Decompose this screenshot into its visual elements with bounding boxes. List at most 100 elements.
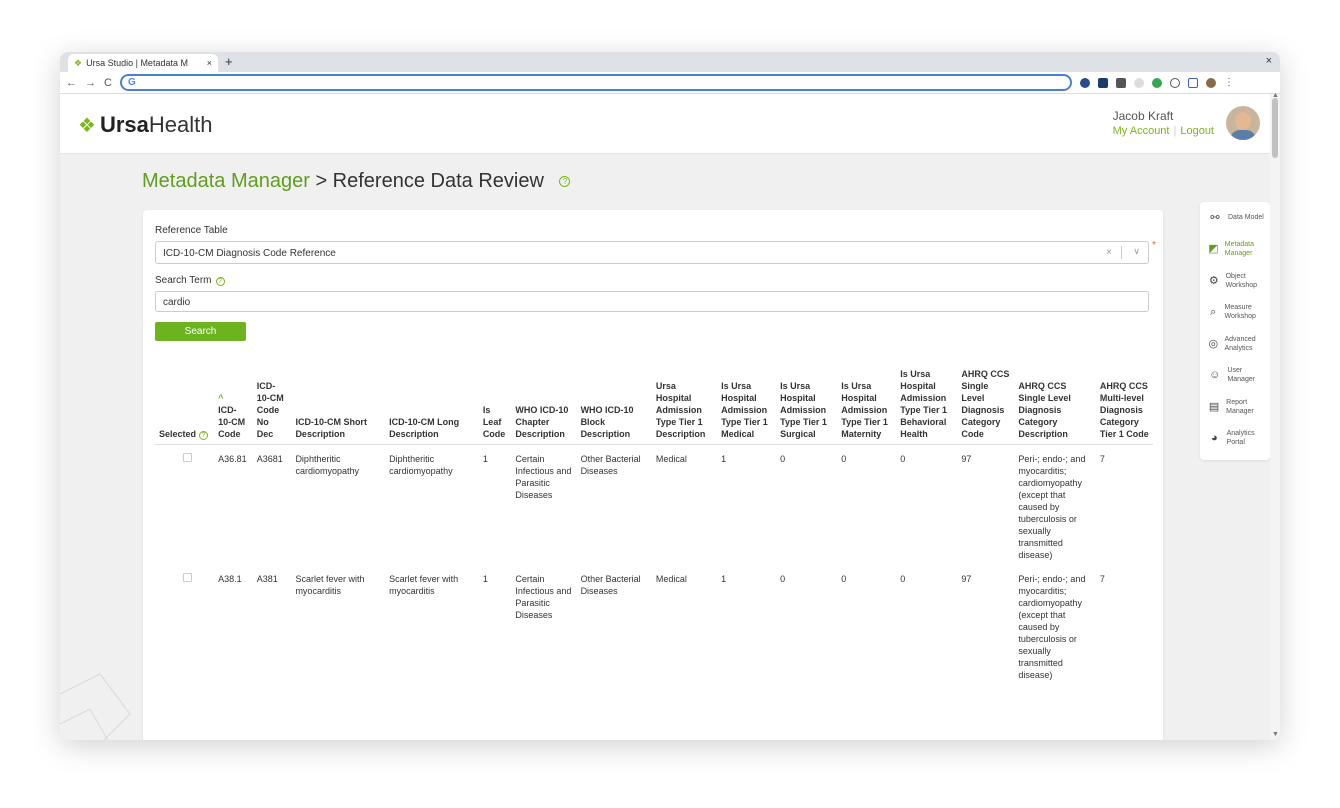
tab-close-icon[interactable]: × bbox=[207, 58, 212, 68]
browser-tab[interactable]: ❖ Ursa Studio | Metadata M × bbox=[68, 54, 218, 72]
breadcrumb-metadata-manager[interactable]: Metadata Manager bbox=[142, 170, 310, 192]
sort-ascending-icon[interactable]: ^ bbox=[218, 392, 249, 404]
col-header-admission-desc[interactable]: Ursa Hospital Admission Type Tier 1 Desc… bbox=[651, 368, 718, 445]
search-term-help-icon[interactable]: ? bbox=[215, 277, 225, 286]
scroll-down-icon[interactable]: ▼ bbox=[1272, 731, 1279, 738]
col-header-is-surgical[interactable]: Is Ursa Hospital Admission Type Tier 1 S… bbox=[776, 368, 838, 445]
search-term-label-wrap: Search Term? bbox=[155, 275, 225, 286]
col-header-ccs-code[interactable]: AHRQ CCS Single Level Diagnosis Category… bbox=[957, 368, 1015, 445]
col-header-who-block[interactable]: WHO ICD-10 Block Description bbox=[576, 368, 652, 445]
ursa-health-logo[interactable]: ❖ Ursa Health bbox=[78, 112, 212, 138]
search-button[interactable]: Search bbox=[155, 322, 246, 341]
nav-item-advanced-analytics[interactable]: ◎ Advanced Analytics bbox=[1200, 328, 1270, 360]
extension-icon[interactable] bbox=[1115, 77, 1126, 88]
nav-item-metadata-manager[interactable]: ◩ Metadata Manager bbox=[1200, 234, 1270, 266]
nav-item-analytics-portal[interactable]: ◕ Analytics Portal bbox=[1200, 423, 1270, 455]
extension-icon[interactable] bbox=[1079, 77, 1090, 88]
table-cell: Scarlet fever with myocarditis bbox=[389, 574, 459, 596]
required-marker: * bbox=[1152, 240, 1156, 251]
report-manager-icon: ▤ bbox=[1208, 400, 1220, 413]
table-cell: A36.81 bbox=[218, 454, 247, 464]
selected-help-icon[interactable]: ? bbox=[199, 431, 209, 440]
extensions-bar: ⋮ bbox=[1079, 77, 1234, 88]
search-term-input[interactable]: cardio bbox=[155, 291, 1149, 312]
browser-toolbar: ← → C G ⋮ bbox=[60, 72, 1280, 94]
table-cell: 0 bbox=[841, 454, 847, 464]
extension-icon[interactable] bbox=[1151, 77, 1162, 88]
address-bar[interactable]: G bbox=[119, 74, 1072, 91]
nav-item-label: Data Model bbox=[1228, 214, 1264, 222]
col-header-long-desc[interactable]: ICD-10-CM Long Description bbox=[385, 368, 479, 445]
table-cell: Medical bbox=[655, 574, 687, 584]
table-cell: 7 bbox=[1099, 454, 1105, 464]
table-cell: A38.1 bbox=[218, 574, 242, 584]
table-row[interactable]: A38.1 A381 Scarlet fever with myocarditi… bbox=[155, 565, 1153, 685]
clear-icon[interactable]: × bbox=[1106, 247, 1112, 258]
tab-strip: ❖ Ursa Studio | Metadata M × + × bbox=[60, 52, 1280, 72]
table-cell: Certain Infectious and Parasitic Disease… bbox=[515, 574, 572, 620]
table-cell: 1 bbox=[721, 574, 727, 584]
tab-title: Ursa Studio | Metadata M bbox=[86, 58, 188, 68]
my-account-link[interactable]: My Account bbox=[1113, 125, 1170, 137]
back-button[interactable]: ← bbox=[66, 77, 77, 89]
col-header-ccs-desc[interactable]: AHRQ CCS Single Level Diagnosis Category… bbox=[1014, 368, 1096, 445]
col-header-icd-code-no-dec[interactable]: ICD-10-CM Code No Dec bbox=[252, 368, 292, 445]
table-cell: Peri-; endo-; and myocarditis; cardiomyo… bbox=[1018, 454, 1086, 560]
col-header-is-maternity[interactable]: Is Ursa Hospital Admission Type Tier 1 M… bbox=[837, 368, 897, 445]
browser-window: ❖ Ursa Studio | Metadata M × + × ← → C G… bbox=[60, 52, 1280, 740]
table-cell: 0 bbox=[900, 454, 906, 464]
profile-avatar[interactable] bbox=[1205, 77, 1216, 88]
page-help-icon[interactable]: ? bbox=[559, 176, 571, 188]
extension-icon[interactable] bbox=[1169, 77, 1180, 88]
row-checkbox[interactable] bbox=[183, 453, 192, 462]
nav-item-label: Analytics Portal bbox=[1226, 430, 1255, 447]
page-scrollbar[interactable]: ▲ ▼ bbox=[1270, 92, 1280, 740]
reference-table-value: ICD-10-CM Diagnosis Code Reference bbox=[163, 248, 336, 259]
share-nodes-icon: ⚯ bbox=[1210, 211, 1220, 224]
app-side-nav: ⚯ Data Model ◩ Metadata Manager ⚙ Object Wo… bbox=[1200, 202, 1270, 460]
ursa-leaf-icon: ❖ bbox=[78, 114, 96, 137]
nav-item-label: User Manager bbox=[1227, 367, 1256, 384]
window-close-button[interactable]: × bbox=[1266, 55, 1272, 67]
nav-item-measure-workshop[interactable]: ⌕ Measure Workshop bbox=[1200, 297, 1270, 329]
nav-item-label: Object Workshop bbox=[1225, 272, 1257, 289]
nav-item-report-manager[interactable]: ▤ Report Manager bbox=[1200, 391, 1270, 423]
table-cell: Peri-; endo-; and myocarditis; cardiomyo… bbox=[1018, 574, 1086, 680]
reference-table-select[interactable]: ICD-10-CM Diagnosis Code Reference × ∨ bbox=[155, 241, 1149, 264]
table-cell: 1 bbox=[482, 574, 488, 584]
row-checkbox[interactable] bbox=[183, 573, 192, 582]
nav-item-label: Metadata Manager bbox=[1224, 241, 1254, 258]
col-header-is-behavioral[interactable]: Is Ursa Hospital Admission Type Tier 1 B… bbox=[896, 368, 958, 445]
col-header-icd-code[interactable]: ^ ICD-10-CM Code bbox=[214, 368, 253, 445]
table-cell: Other Bacterial Diseases bbox=[580, 454, 641, 476]
object-workshop-icon: ⚙ bbox=[1208, 274, 1219, 287]
user-manager-icon: ☺ bbox=[1209, 369, 1221, 382]
nav-item-user-manager[interactable]: ☺ User Manager bbox=[1200, 360, 1270, 392]
nav-item-label: Report Manager bbox=[1226, 398, 1254, 415]
nav-item-data-model[interactable]: ⚯ Data Model bbox=[1200, 202, 1270, 234]
background-decoration bbox=[60, 673, 131, 740]
nav-item-object-workshop[interactable]: ⚙ Object Workshop bbox=[1200, 265, 1270, 297]
extension-icon[interactable] bbox=[1133, 77, 1144, 88]
chevron-down-icon[interactable]: ∨ bbox=[1133, 246, 1140, 257]
extension-icon[interactable] bbox=[1187, 77, 1198, 88]
table-row[interactable]: A36.81 A3681 Diphtheritic cardiomyopathy… bbox=[155, 445, 1153, 566]
reference-table-label: Reference Table bbox=[155, 225, 228, 236]
forward-button[interactable]: → bbox=[85, 77, 96, 89]
new-tab-button[interactable]: + bbox=[225, 54, 233, 69]
table-cell: Scarlet fever with myocarditis bbox=[295, 574, 365, 596]
table-cell: 0 bbox=[780, 574, 786, 584]
browser-menu-icon[interactable]: ⋮ bbox=[1224, 77, 1234, 88]
extension-icon[interactable] bbox=[1097, 77, 1108, 88]
col-header-short-desc[interactable]: ICD-10-CM Short Description bbox=[291, 368, 386, 445]
user-avatar[interactable] bbox=[1226, 106, 1260, 140]
col-header-ccs-tier1[interactable]: AHRQ CCS Multi-level Diagnosis Category … bbox=[1095, 368, 1153, 445]
col-header-is-medical[interactable]: Is Ursa Hospital Admission Type Tier 1 M… bbox=[717, 368, 777, 445]
col-header-is-leaf[interactable]: Is Leaf Code bbox=[478, 368, 512, 445]
col-header-who-chapter[interactable]: WHO ICD-10 Chapter Description bbox=[511, 368, 577, 445]
table-cell: Certain Infectious and Parasitic Disease… bbox=[515, 454, 572, 500]
logout-link[interactable]: Logout bbox=[1180, 125, 1214, 137]
measure-workshop-icon: ⌕ bbox=[1210, 306, 1217, 319]
scrollbar-thumb[interactable] bbox=[1272, 98, 1278, 158]
reload-button[interactable]: C bbox=[104, 77, 112, 89]
